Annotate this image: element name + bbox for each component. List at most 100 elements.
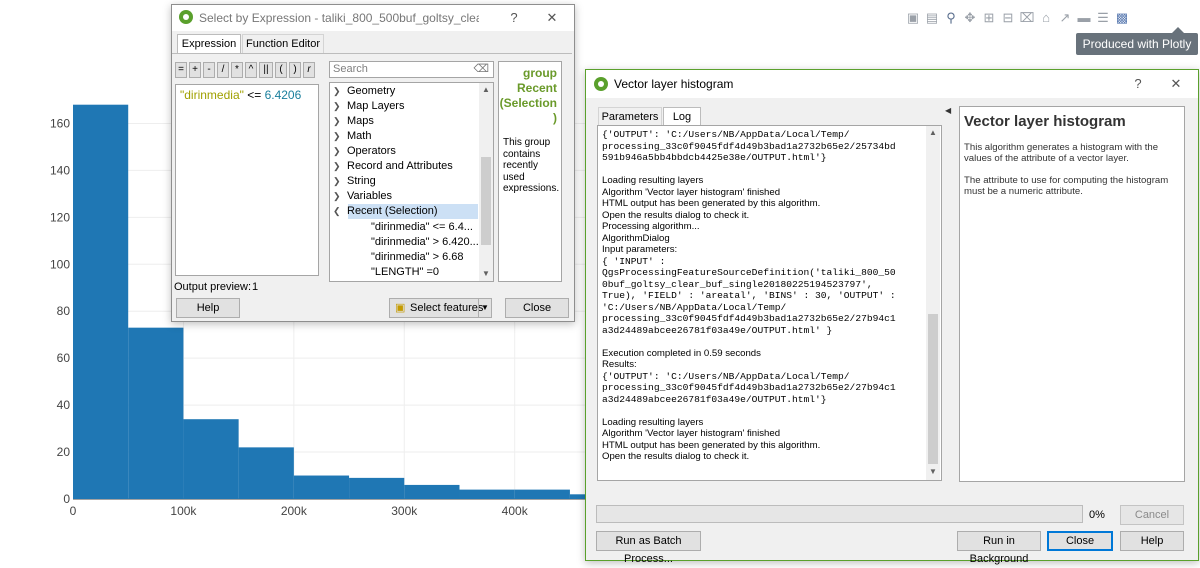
log-line: processing_33c0f9045fdf4d49b3bad1a2732b6… — [602, 382, 896, 393]
dialog-title: Select by Expression - taliki_800_500buf… — [199, 11, 479, 25]
collapse-arrow-icon[interactable]: ◀ — [945, 106, 951, 115]
recent-item[interactable]: "LENGTH" =0 — [371, 265, 439, 280]
chevron-down-icon[interactable]: ▼ — [478, 299, 491, 317]
log-line: QgsProcessingFeatureSourceDefinition('ta… — [602, 267, 896, 278]
help-icon[interactable]: ? — [1128, 75, 1148, 93]
dialog-titlebar[interactable]: Vector layer histogram ? ✕ — [586, 70, 1198, 98]
tab-expression[interactable]: Expression — [177, 34, 241, 53]
chevron-right-icon: ❯ — [333, 116, 341, 126]
histogram-bar[interactable] — [238, 447, 294, 499]
run-in-background-button[interactable]: Run in Background — [957, 531, 1041, 565]
recent-item[interactable]: "dirinmedia" > 6.68 — [371, 250, 464, 265]
close-icon[interactable]: ✕ — [1166, 75, 1186, 93]
close-button[interactable]: Close — [505, 298, 569, 318]
close-icon[interactable]: ✕ — [542, 9, 562, 27]
histogram-bar[interactable] — [293, 475, 350, 499]
recent-item[interactable]: "dirinmedia" <= 6.4... — [371, 220, 473, 235]
scroll-down-icon[interactable]: ▼ — [928, 467, 938, 477]
histogram-bar[interactable] — [514, 489, 570, 499]
function-search-input[interactable]: Search ⌫ — [329, 61, 494, 78]
tree-item-operators[interactable]: ❯ Operators — [333, 144, 396, 159]
run-as-batch-process-button[interactable]: Run as Batch Process... — [596, 531, 701, 565]
operator-minus-button[interactable]: - — [203, 62, 215, 78]
save-icon[interactable]: ▤ — [924, 10, 940, 26]
expression-editor[interactable]: "dirinmedia" <= 6.4206 — [175, 84, 319, 276]
zoom-out-icon[interactable]: ⊟ — [1000, 10, 1016, 26]
cancel-button[interactable]: Cancel — [1120, 505, 1184, 525]
y-tick-label: 160 — [50, 116, 70, 130]
histogram-bar[interactable] — [73, 104, 129, 499]
qgis-logo-icon — [179, 10, 193, 24]
zoom-icon[interactable]: ⚲ — [943, 10, 959, 26]
log-line: HTML output has been generated by this a… — [602, 439, 821, 451]
close-button[interactable]: Close — [1047, 531, 1113, 551]
tree-item-label: Math — [347, 130, 372, 142]
tree-item-geometry[interactable]: ❯ Geometry — [333, 84, 395, 99]
scroll-thumb[interactable] — [928, 314, 938, 464]
scroll-down-icon[interactable]: ▼ — [481, 269, 491, 279]
tree-item-label: Geometry — [347, 85, 396, 97]
operator-equals-button[interactable]: = — [175, 62, 187, 78]
x-tick-label: 100k — [170, 504, 197, 518]
histogram-bar[interactable] — [183, 419, 239, 499]
operator-close-paren-button[interactable]: ) — [289, 62, 301, 78]
select-features-button[interactable]: ▣ Select features ▼ — [389, 298, 492, 318]
tree-item-label: Map Layers — [347, 100, 405, 112]
x-tick-label: 0 — [70, 504, 77, 518]
operator-power-button[interactable]: ^ — [245, 62, 257, 78]
chevron-right-icon: ❯ — [333, 131, 341, 141]
operator-divide-button[interactable]: / — [217, 62, 229, 78]
log-line: Loading resulting layers — [602, 416, 704, 428]
help-icon[interactable]: ? — [504, 9, 524, 27]
tree-item-label: Variables — [347, 190, 393, 202]
log-scrollbar[interactable]: ▲ ▼ — [926, 126, 940, 480]
tree-item-label: String — [347, 175, 376, 187]
histogram-bar[interactable] — [404, 484, 460, 499]
expression-text[interactable]: "dirinmedia" <= 6.4206 — [180, 88, 301, 102]
log-line: Algorithm 'Vector layer histogram' finis… — [602, 186, 781, 198]
operator-open-paren-button[interactable]: ( — [275, 62, 287, 78]
tree-item-math[interactable]: ❯ Math — [333, 129, 371, 144]
log-line: processing_33c0f9045fdf4d49b3bad1a2732b6… — [602, 313, 896, 324]
autoscale-icon[interactable]: ⌧ — [1019, 10, 1035, 26]
log-line: 591b946a5bb4bbdcb4425e38e/OUTPUT.html'} — [602, 152, 827, 163]
operator-concat-button[interactable]: || — [259, 62, 273, 78]
hover-compare-icon[interactable]: ☰ — [1095, 10, 1111, 26]
home-icon[interactable]: ⌂ — [1038, 10, 1054, 26]
tree-item-record-and-attributes[interactable]: ❯ Record and Attributes — [333, 159, 453, 174]
spike-lines-icon[interactable]: ↗ — [1057, 10, 1073, 26]
help-button[interactable]: Help — [176, 298, 240, 318]
tree-item-variables[interactable]: ❯ Variables — [333, 189, 392, 204]
operator-plus-button[interactable]: + — [189, 62, 201, 78]
tree-item-string[interactable]: ❯ String — [333, 174, 376, 189]
plotly-logo-icon[interactable]: ▩ — [1114, 10, 1130, 26]
camera-icon[interactable]: ▣ — [905, 10, 921, 26]
operator-newline-button[interactable]: r — [303, 62, 315, 78]
tab-log[interactable]: Log — [663, 107, 701, 126]
operator-multiply-button[interactable]: * — [231, 62, 243, 78]
hover-closest-icon[interactable]: ▬ — [1076, 10, 1092, 26]
tree-item-recent-selection[interactable]: ❮ Recent (Selection) — [333, 204, 438, 219]
help-button[interactable]: Help — [1120, 531, 1184, 551]
tree-item-label: Maps — [347, 115, 374, 127]
x-tick-label: 400k — [502, 504, 529, 518]
scroll-thumb[interactable] — [481, 157, 491, 245]
clear-search-icon[interactable]: ⌫ — [473, 62, 489, 75]
zoom-in-icon[interactable]: ⊞ — [981, 10, 997, 26]
tree-scrollbar[interactable]: ▲ ▼ — [479, 83, 493, 281]
histogram-bar[interactable] — [128, 327, 184, 499]
recent-item[interactable]: "dirinmedia" > 6.420... — [371, 235, 479, 250]
tree-item-map-layers[interactable]: ❯ Map Layers — [333, 99, 404, 114]
chevron-right-icon: ❯ — [333, 146, 341, 156]
scroll-up-icon[interactable]: ▲ — [928, 128, 938, 138]
expression-field-token: "dirinmedia" — [180, 88, 244, 102]
pan-icon[interactable]: ✥ — [962, 10, 978, 26]
dialog-titlebar[interactable]: Select by Expression - taliki_800_500buf… — [172, 5, 574, 31]
tab-function-editor[interactable]: Function Editor — [242, 34, 324, 53]
tab-parameters[interactable]: Parameters — [598, 107, 662, 126]
histogram-bar[interactable] — [459, 489, 515, 499]
tree-item-maps[interactable]: ❯ Maps — [333, 114, 374, 129]
scroll-up-icon[interactable]: ▲ — [481, 85, 491, 95]
y-tick-label: 80 — [57, 304, 71, 318]
histogram-bar[interactable] — [349, 477, 405, 499]
